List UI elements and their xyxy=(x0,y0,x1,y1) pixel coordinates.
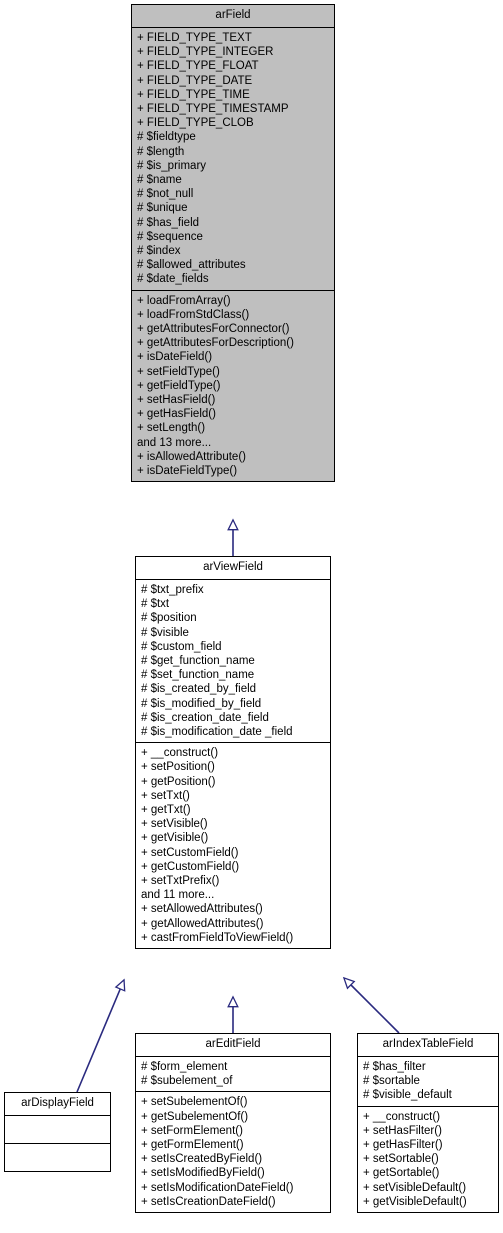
class-member: + castFromFieldToViewField() xyxy=(141,931,294,944)
class-member: + getSortable() xyxy=(363,1167,440,1180)
class-member: + setVisibleDefault() xyxy=(363,1181,467,1194)
class-member: + loadFromArray() xyxy=(137,294,231,307)
class-member: + getAttributesForDescription() xyxy=(137,337,294,350)
class-member: + setHasFilter() xyxy=(363,1124,442,1137)
edge-arindextablefield-to-arviewfield xyxy=(344,978,400,1034)
class-member: + getHasFilter() xyxy=(363,1139,443,1152)
class-member: # $sequence xyxy=(137,230,203,243)
class-member: + setFormElement() xyxy=(141,1124,243,1137)
class-title-arindextablefield: arIndexTableField xyxy=(382,1038,474,1050)
class-box-arfield[interactable]: arField + FIELD_TYPE_TEXT + FIELD_TYPE_IN… xyxy=(131,4,335,483)
class-member: and 11 more... xyxy=(141,889,215,902)
class-member: + getFormElement() xyxy=(141,1139,244,1152)
class-member: + setFieldType() xyxy=(137,365,220,378)
class-member: + FIELD_TYPE_FLOAT xyxy=(137,60,259,73)
class-member: # $is_created_by_field xyxy=(141,683,257,696)
class-member: # $is_modification_date _field xyxy=(141,726,293,739)
class-member: + setHasField() xyxy=(137,394,216,407)
class-member: + FIELD_TYPE_DATE xyxy=(137,74,253,87)
class-member: + FIELD_TYPE_CLOB xyxy=(137,117,254,130)
class-title-arviewfield: arViewField xyxy=(203,561,263,573)
class-member: + getHasField() xyxy=(137,408,216,421)
class-member: + getVisibleDefault() xyxy=(363,1195,467,1208)
class-member: + __construct() xyxy=(141,747,219,760)
class-member: # $visible_default xyxy=(363,1089,452,1102)
class-member: # $fieldtype xyxy=(137,131,196,144)
methods-compartment-ardisplayfield xyxy=(5,1144,110,1171)
class-member: + setIsModificationDateField() xyxy=(141,1181,294,1194)
class-member: + isAllowedAttribute() xyxy=(137,450,246,463)
class-member: + getSubelementOf() xyxy=(141,1110,249,1123)
class-member: + setAllowedAttributes() xyxy=(141,903,263,916)
class-member: + setIsCreationDateField() xyxy=(141,1195,276,1208)
attributes-compartment-arindextablefield: # $has_filter # $sortable # $visible_defau… xyxy=(358,1057,498,1106)
edge-ardisplayfield-to-arviewfield xyxy=(76,980,124,1093)
class-member: + setCustomField() xyxy=(141,846,239,859)
class-member: # $txt xyxy=(141,598,170,611)
class-member: + setIsCreatedByField() xyxy=(141,1153,263,1166)
class-member: # $subelement_of xyxy=(141,1075,233,1088)
class-member: # $is_modified_by_field xyxy=(141,697,262,710)
class-member: # $txt_prefix xyxy=(141,584,204,596)
class-title-ardisplayfield: arDisplayField xyxy=(21,1097,94,1109)
class-member: + getVisible() xyxy=(141,832,209,845)
class-member: + setPosition() xyxy=(141,761,215,774)
class-box-arindextablefield[interactable]: arIndexTableField # $has_filter # $sortab… xyxy=(357,1033,499,1214)
class-member: + FIELD_TYPE_INTEGER xyxy=(137,46,274,59)
class-box-areditfield[interactable]: arEditField # $form_element # $subelement… xyxy=(135,1033,331,1214)
class-member: # $allowed_attributes xyxy=(137,259,246,272)
class-diagram-canvas: arField + FIELD_TYPE_TEXT + FIELD_TYPE_IN… xyxy=(0,0,503,1233)
class-member: # $sortable xyxy=(363,1075,420,1088)
class-member: + getTxt() xyxy=(141,804,191,817)
class-member: + FIELD_TYPE_TIME xyxy=(137,88,250,101)
class-member: + getFieldType() xyxy=(137,379,221,392)
class-member: # $name xyxy=(137,174,182,187)
class-member: # $is_primary xyxy=(137,159,207,172)
class-member: # $not_null xyxy=(137,188,194,201)
class-member: + setLength() xyxy=(137,422,206,435)
class-member: + setTxtPrefix() xyxy=(141,875,220,888)
class-member: # $get_function_name xyxy=(141,655,255,668)
class-member: + FIELD_TYPE_TEXT xyxy=(137,32,252,44)
class-member: and 13 more... xyxy=(137,436,212,449)
class-member: # $visible xyxy=(141,626,189,639)
class-member: # $has_filter xyxy=(363,1061,426,1073)
class-member: + setVisible() xyxy=(141,818,208,831)
class-member: + getAllowedAttributes() xyxy=(141,917,264,930)
class-member: + loadFromStdClass() xyxy=(137,308,250,321)
methods-compartment-arindextablefield: + __construct() + setHasFilter() + getHasF… xyxy=(358,1107,498,1212)
class-member: # $is_creation_date_field xyxy=(141,711,269,724)
class-member: # $has_field xyxy=(137,216,200,229)
class-member: # $form_element xyxy=(141,1061,228,1073)
attributes-compartment-areditfield: # $form_element # $subelement_of xyxy=(136,1057,330,1091)
methods-compartment-arviewfield: + __construct() + setPosition() + getPosit… xyxy=(136,743,330,948)
class-member: # $position xyxy=(141,612,197,625)
class-member: # $unique xyxy=(137,202,188,215)
class-title-arfield: arField xyxy=(215,9,251,21)
class-member: + __construct() xyxy=(363,1110,441,1123)
attributes-compartment-ardisplayfield xyxy=(5,1116,110,1143)
class-member: + setSortable() xyxy=(363,1153,439,1166)
class-member: + getAttributesForConnector() xyxy=(137,323,290,336)
attributes-compartment-arfield: + FIELD_TYPE_TEXT + FIELD_TYPE_INTEGER + F… xyxy=(132,28,334,290)
class-box-ardisplayfield[interactable]: arDisplayField xyxy=(4,1092,111,1172)
class-member: + isDateFieldType() xyxy=(137,465,238,478)
class-member: + getCustomField() xyxy=(141,860,240,873)
class-member: # $date_fields xyxy=(137,273,209,286)
class-member: + FIELD_TYPE_TIMESTAMP xyxy=(137,103,289,116)
class-member: + setIsModifiedByField() xyxy=(141,1167,265,1180)
class-member: + isDateField() xyxy=(137,351,213,364)
methods-compartment-areditfield: + setSubelementOf() + getSubelementOf() + … xyxy=(136,1092,330,1212)
class-member: # $index xyxy=(137,245,181,258)
class-title-areditfield: arEditField xyxy=(205,1038,261,1050)
methods-compartment-arfield: + loadFromArray() + loadFromStdClass() + g… xyxy=(132,291,334,482)
class-member: # $length xyxy=(137,145,185,158)
class-member: # $set_function_name xyxy=(141,669,255,682)
class-member: + setTxt() xyxy=(141,789,190,802)
class-member: + setSubelementOf() xyxy=(141,1096,248,1109)
class-member: # $custom_field xyxy=(141,640,222,653)
class-member: + getPosition() xyxy=(141,775,216,788)
attributes-compartment-arviewfield: # $txt_prefix # $txt # $position # $visible… xyxy=(136,580,330,742)
class-box-arviewfield[interactable]: arViewField # $txt_prefix # $txt # $positi… xyxy=(135,556,331,950)
